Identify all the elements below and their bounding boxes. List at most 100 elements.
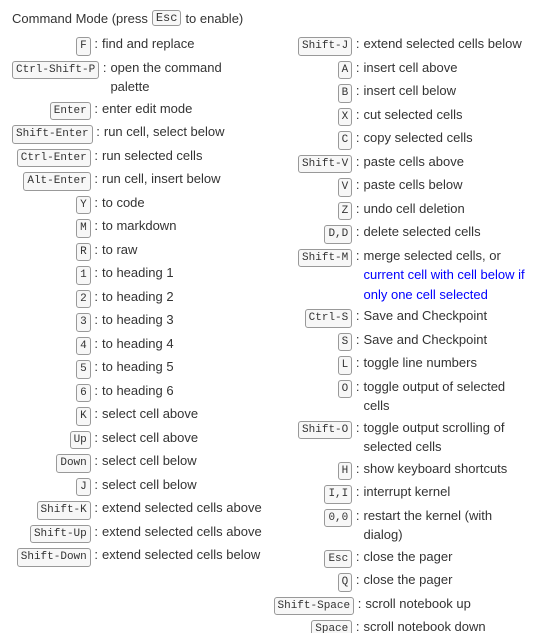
- key-cell: C :: [274, 128, 364, 150]
- key-cell: K :: [12, 404, 102, 426]
- shortcut-description: to raw: [102, 240, 264, 260]
- keyboard-shortcut: 0,0: [324, 509, 352, 528]
- key-cell: 4 :: [12, 334, 102, 356]
- shortcut-description: insert cell above: [364, 58, 526, 78]
- key-cell: Shift-J :: [274, 34, 364, 56]
- shortcut-row: Down :select cell below: [12, 451, 264, 473]
- shortcut-row: Shift-Space :scroll notebook up: [274, 594, 526, 616]
- shortcut-description: select cell above: [102, 404, 264, 424]
- shortcut-row: F :find and replace: [12, 34, 264, 56]
- shortcut-row: B :insert cell below: [274, 81, 526, 103]
- key-cell: M :: [12, 216, 102, 238]
- keyboard-shortcut: Z: [338, 202, 353, 221]
- shortcut-row: Ctrl-Shift-P :open the command palette: [12, 58, 264, 97]
- shortcut-description: toggle output scrolling of selected cell…: [364, 418, 526, 457]
- keyboard-shortcut: R: [76, 243, 91, 262]
- shortcut-row: 5 :to heading 5: [12, 357, 264, 379]
- shortcut-description: cut selected cells: [364, 105, 526, 125]
- shortcut-description: find and replace: [102, 34, 264, 54]
- esc-key-title: Esc: [152, 10, 182, 26]
- keyboard-shortcut: 1: [76, 266, 91, 285]
- shortcut-description: run cell, select below: [104, 122, 264, 142]
- title-text: Command Mode (press: [12, 11, 148, 26]
- shortcut-row: I,I :interrupt kernel: [274, 482, 526, 504]
- shortcut-row: Shift-K :extend selected cells above: [12, 498, 264, 520]
- key-cell: Shift-V :: [274, 152, 364, 174]
- keyboard-shortcut: Shift-O: [298, 421, 352, 440]
- shortcut-row: Y :to code: [12, 193, 264, 215]
- shortcut-row: O :toggle output of selected cells: [274, 377, 526, 416]
- keyboard-shortcut: M: [76, 219, 91, 238]
- shortcut-row: Up :select cell above: [12, 428, 264, 450]
- shortcut-description: to markdown: [102, 216, 264, 236]
- right-column: Shift-J :extend selected cells belowA :i…: [274, 34, 526, 633]
- shortcut-description: to heading 6: [102, 381, 264, 401]
- shortcut-description: run selected cells: [102, 146, 264, 166]
- title-suffix: to enable): [185, 11, 243, 26]
- shortcut-content: F :find and replaceCtrl-Shift-P :open th…: [12, 34, 525, 633]
- shortcut-row: 4 :to heading 4: [12, 334, 264, 356]
- shortcut-description: to heading 5: [102, 357, 264, 377]
- shortcut-row: H :show keyboard shortcuts: [274, 459, 526, 481]
- keyboard-shortcut: V: [338, 178, 353, 197]
- keyboard-shortcut: Shift-Enter: [12, 125, 93, 144]
- keyboard-shortcut: 5: [76, 360, 91, 379]
- shortcut-description: insert cell below: [364, 81, 526, 101]
- shortcut-description: to heading 4: [102, 334, 264, 354]
- shortcut-description: undo cell deletion: [364, 199, 526, 219]
- shortcut-row: Enter :enter edit mode: [12, 99, 264, 121]
- shortcut-description: select cell below: [102, 451, 264, 471]
- keyboard-shortcut: Up: [70, 431, 91, 450]
- key-cell: L :: [274, 353, 364, 375]
- shortcut-description: to heading 2: [102, 287, 264, 307]
- shortcut-row: Q :close the pager: [274, 570, 526, 592]
- shortcut-description: show keyboard shortcuts: [364, 459, 526, 479]
- key-cell: 6 :: [12, 381, 102, 403]
- key-cell: Alt-Enter :: [12, 169, 102, 191]
- key-cell: F :: [12, 34, 102, 56]
- key-cell: Shift-K :: [12, 498, 102, 520]
- keyboard-shortcut: 3: [76, 313, 91, 332]
- keyboard-shortcut: A: [338, 61, 353, 80]
- shortcut-description: scroll notebook down: [364, 617, 526, 633]
- keyboard-shortcut: Ctrl-S: [305, 309, 353, 328]
- keyboard-shortcut: Alt-Enter: [23, 172, 90, 191]
- shortcut-row: Z :undo cell deletion: [274, 199, 526, 221]
- shortcut-description: to heading 1: [102, 263, 264, 283]
- keyboard-shortcut: Q: [338, 573, 353, 592]
- key-cell: Up :: [12, 428, 102, 450]
- key-cell: 2 :: [12, 287, 102, 309]
- shortcut-description: Save and Checkpoint: [364, 306, 526, 326]
- shortcut-description: close the pager: [364, 547, 526, 567]
- keyboard-shortcut: Shift-J: [298, 37, 352, 56]
- keyboard-shortcut: C: [338, 131, 353, 150]
- shortcut-row: Esc :close the pager: [274, 547, 526, 569]
- shortcut-description: close the pager: [364, 570, 526, 590]
- shortcut-description: delete selected cells: [364, 222, 526, 242]
- shortcut-row: Shift-M :merge selected cells, or curren…: [274, 246, 526, 305]
- key-cell: Shift-Enter :: [12, 122, 104, 144]
- keyboard-shortcut: Esc: [324, 550, 352, 569]
- key-cell: Ctrl-S :: [274, 306, 364, 328]
- shortcut-description: run cell, insert below: [102, 169, 264, 189]
- shortcut-row: K :select cell above: [12, 404, 264, 426]
- shortcut-description: open the command palette: [110, 58, 263, 97]
- shortcut-row: Shift-Up :extend selected cells above: [12, 522, 264, 544]
- keyboard-shortcut: 2: [76, 290, 91, 309]
- keyboard-shortcut: Shift-Space: [274, 597, 355, 616]
- page-title: Command Mode (press Esc to enable): [12, 10, 525, 26]
- keyboard-shortcut: B: [338, 84, 353, 103]
- shortcut-row: X :cut selected cells: [274, 105, 526, 127]
- shortcut-row: V :paste cells below: [274, 175, 526, 197]
- key-cell: I,I :: [274, 482, 364, 504]
- shortcut-description: scroll notebook up: [365, 594, 525, 614]
- key-cell: Z :: [274, 199, 364, 221]
- keyboard-shortcut: O: [338, 380, 353, 399]
- keyboard-shortcut: F: [76, 37, 91, 56]
- shortcut-description: Save and Checkpoint: [364, 330, 526, 350]
- shortcut-row: Shift-J :extend selected cells below: [274, 34, 526, 56]
- shortcut-description: extend selected cells below: [102, 545, 264, 565]
- shortcut-description: to code: [102, 193, 264, 213]
- key-cell: O :: [274, 377, 364, 399]
- shortcut-row: Alt-Enter :run cell, insert below: [12, 169, 264, 191]
